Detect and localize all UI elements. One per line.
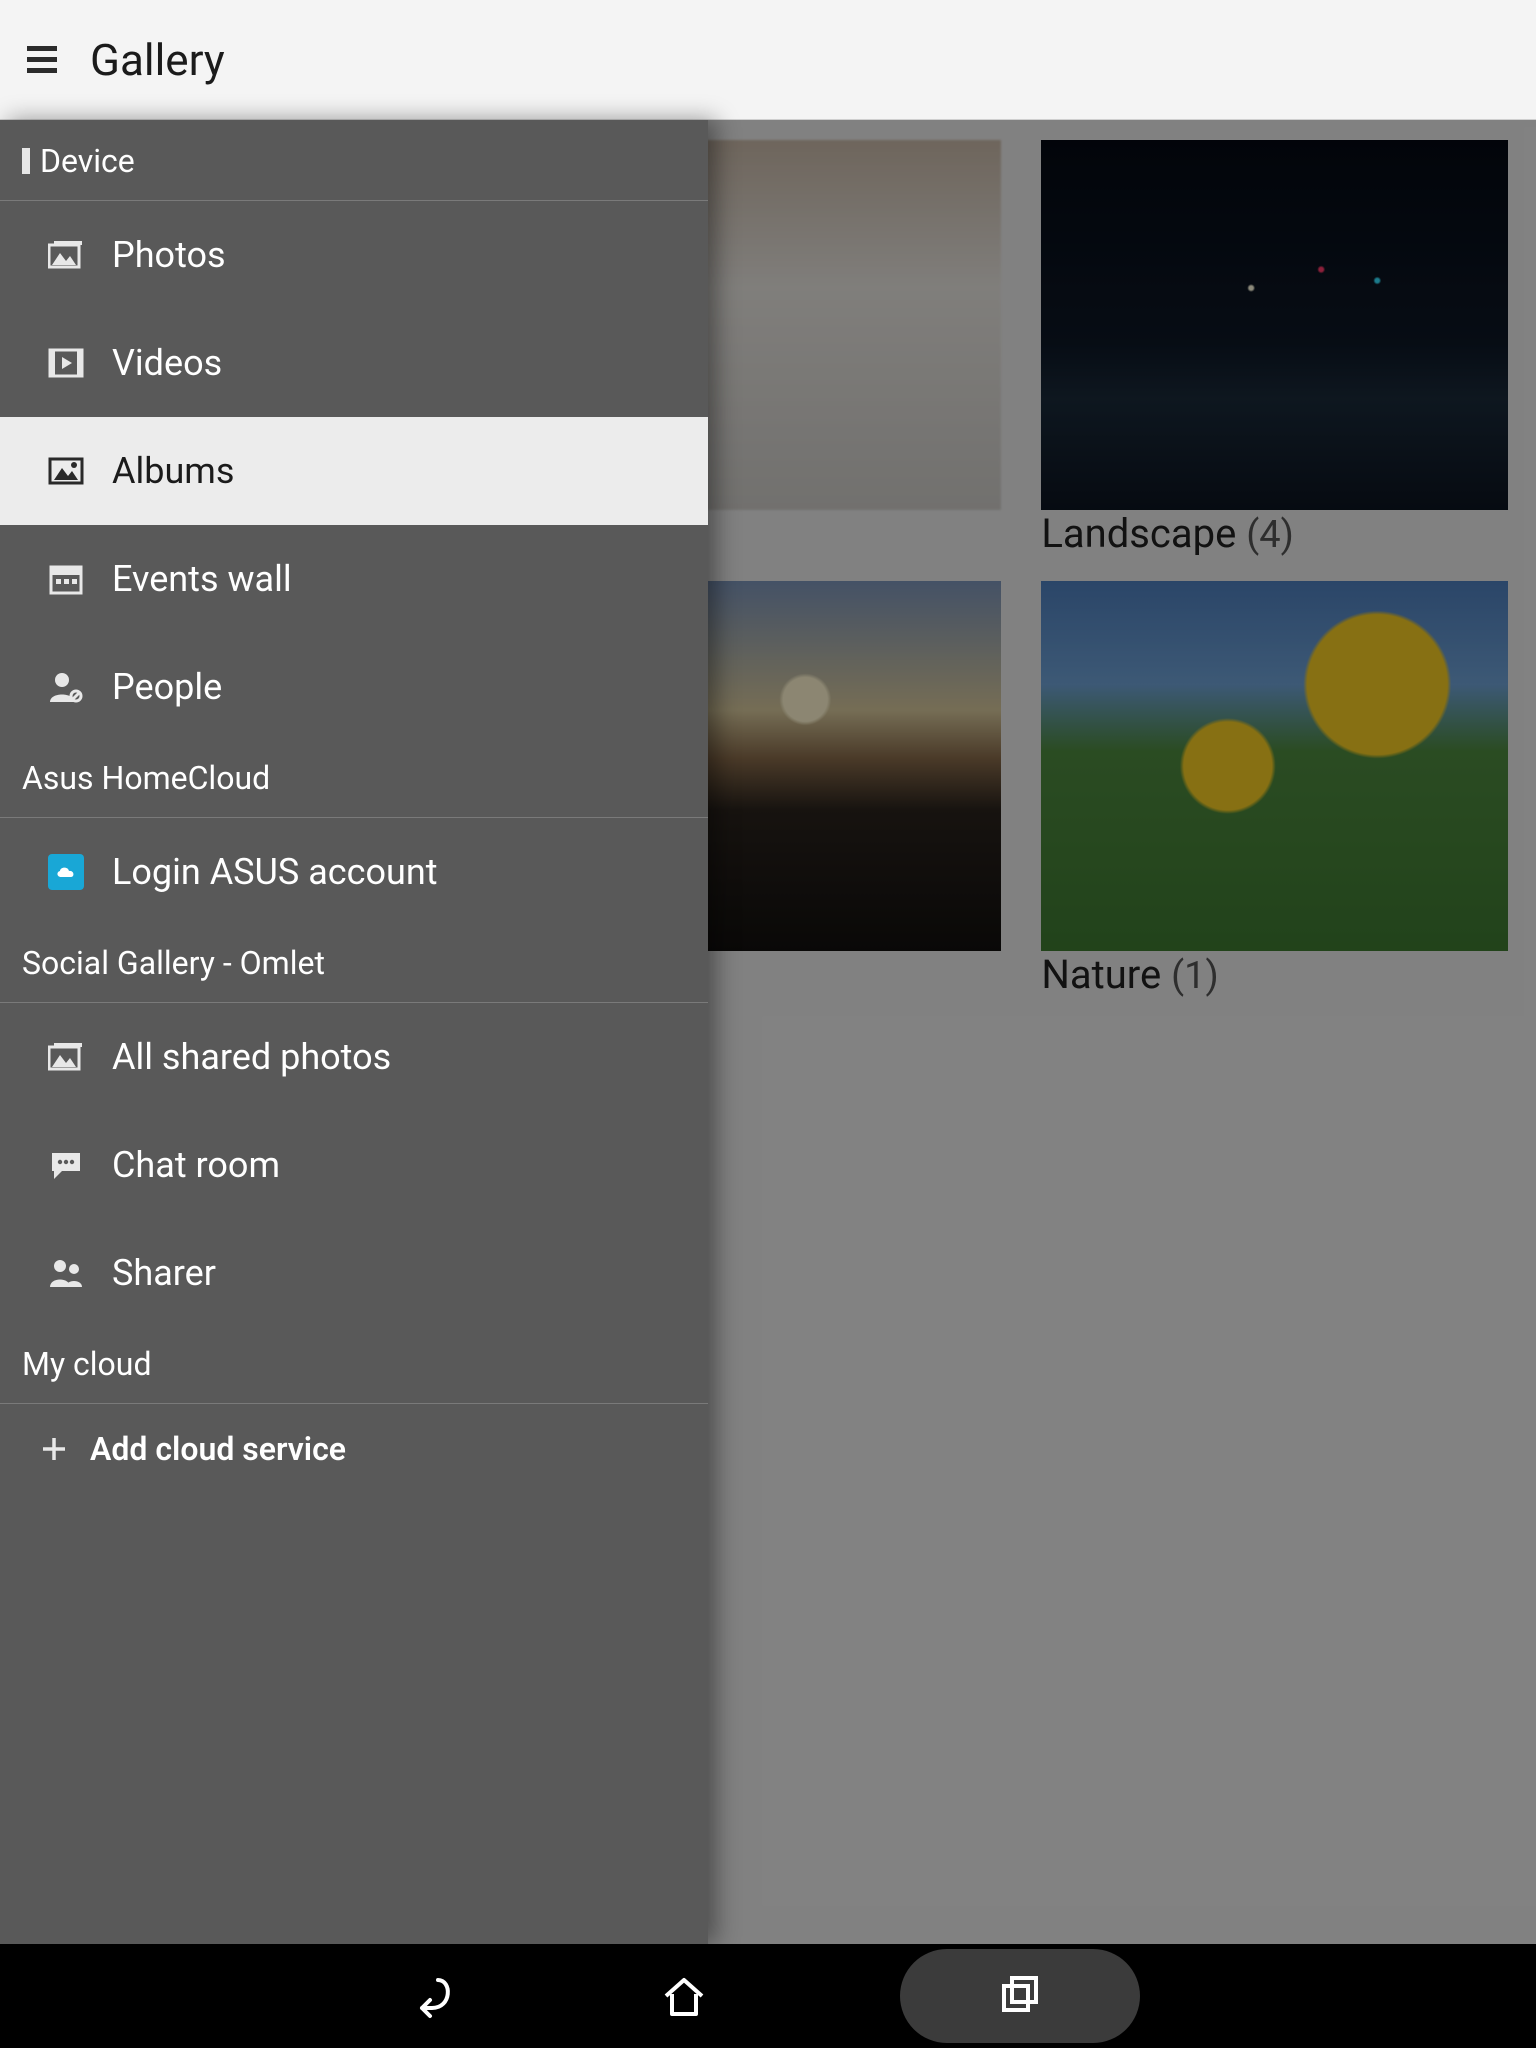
drawer-item-chat-room[interactable]: Chat room bbox=[0, 1111, 708, 1219]
nav-home-button[interactable] bbox=[648, 1960, 720, 2032]
drawer-item-login-asus[interactable]: Login ASUS account bbox=[0, 818, 708, 926]
drawer-item-albums[interactable]: Albums bbox=[0, 417, 708, 525]
back-icon bbox=[408, 1972, 456, 2020]
drawer-item-label: Photos bbox=[112, 234, 226, 276]
drawer-item-label: Albums bbox=[112, 450, 234, 492]
system-navbar bbox=[0, 1944, 1536, 2048]
home-icon bbox=[660, 1972, 708, 2020]
menu-button[interactable] bbox=[0, 0, 88, 120]
people-icon bbox=[48, 670, 84, 704]
drawer-item-shared-photos[interactable]: All shared photos bbox=[0, 1003, 708, 1111]
drawer-section-mycloud: My cloud bbox=[0, 1327, 708, 1404]
drawer-section-label: Device bbox=[40, 142, 135, 180]
nav-back-button[interactable] bbox=[396, 1960, 468, 2032]
sharer-icon bbox=[48, 1257, 84, 1289]
drawer-section-homecloud: Asus HomeCloud bbox=[0, 741, 708, 818]
drawer-section-label: Social Gallery - Omlet bbox=[22, 944, 325, 982]
drawer-section-social: Social Gallery - Omlet bbox=[0, 926, 708, 1003]
hamburger-icon bbox=[27, 46, 61, 74]
albums-icon bbox=[48, 456, 84, 486]
nav-recent-button[interactable] bbox=[984, 1960, 1056, 2032]
plus-icon bbox=[40, 1435, 68, 1463]
drawer-item-people[interactable]: People bbox=[0, 633, 708, 741]
drawer-item-events-wall[interactable]: Events wall bbox=[0, 525, 708, 633]
drawer-item-label: Sharer bbox=[112, 1252, 216, 1294]
videos-icon bbox=[48, 348, 84, 378]
recent-icon bbox=[996, 1972, 1044, 2020]
drawer-item-label: Add cloud service bbox=[90, 1430, 346, 1468]
nav-recent-wrap bbox=[900, 1949, 1140, 2043]
drawer-item-label: Videos bbox=[112, 342, 222, 384]
drawer-item-label: People bbox=[112, 666, 222, 708]
drawer-item-videos[interactable]: Videos bbox=[0, 309, 708, 417]
app-header: Gallery bbox=[0, 0, 1536, 120]
page-title: Gallery bbox=[90, 34, 225, 86]
drawer-item-label: Login ASUS account bbox=[112, 851, 438, 893]
photos-icon bbox=[48, 240, 84, 270]
chat-icon bbox=[48, 1149, 84, 1181]
navigation-drawer: Device Photos Videos bbox=[0, 120, 708, 1944]
section-marker-icon bbox=[22, 148, 30, 174]
drawer-item-photos[interactable]: Photos bbox=[0, 201, 708, 309]
drawer-section-device: Device bbox=[0, 120, 708, 201]
drawer-section-label: My cloud bbox=[22, 1345, 151, 1383]
drawer-item-label: Chat room bbox=[112, 1144, 280, 1186]
drawer-item-label: All shared photos bbox=[112, 1036, 391, 1078]
drawer-item-add-cloud[interactable]: Add cloud service bbox=[0, 1404, 708, 1494]
homecloud-icon bbox=[48, 854, 84, 890]
photos-icon bbox=[48, 1042, 84, 1072]
drawer-item-label: Events wall bbox=[112, 558, 292, 600]
calendar-icon bbox=[48, 562, 84, 596]
drawer-section-label: Asus HomeCloud bbox=[22, 759, 270, 797]
drawer-item-sharer[interactable]: Sharer bbox=[0, 1219, 708, 1327]
